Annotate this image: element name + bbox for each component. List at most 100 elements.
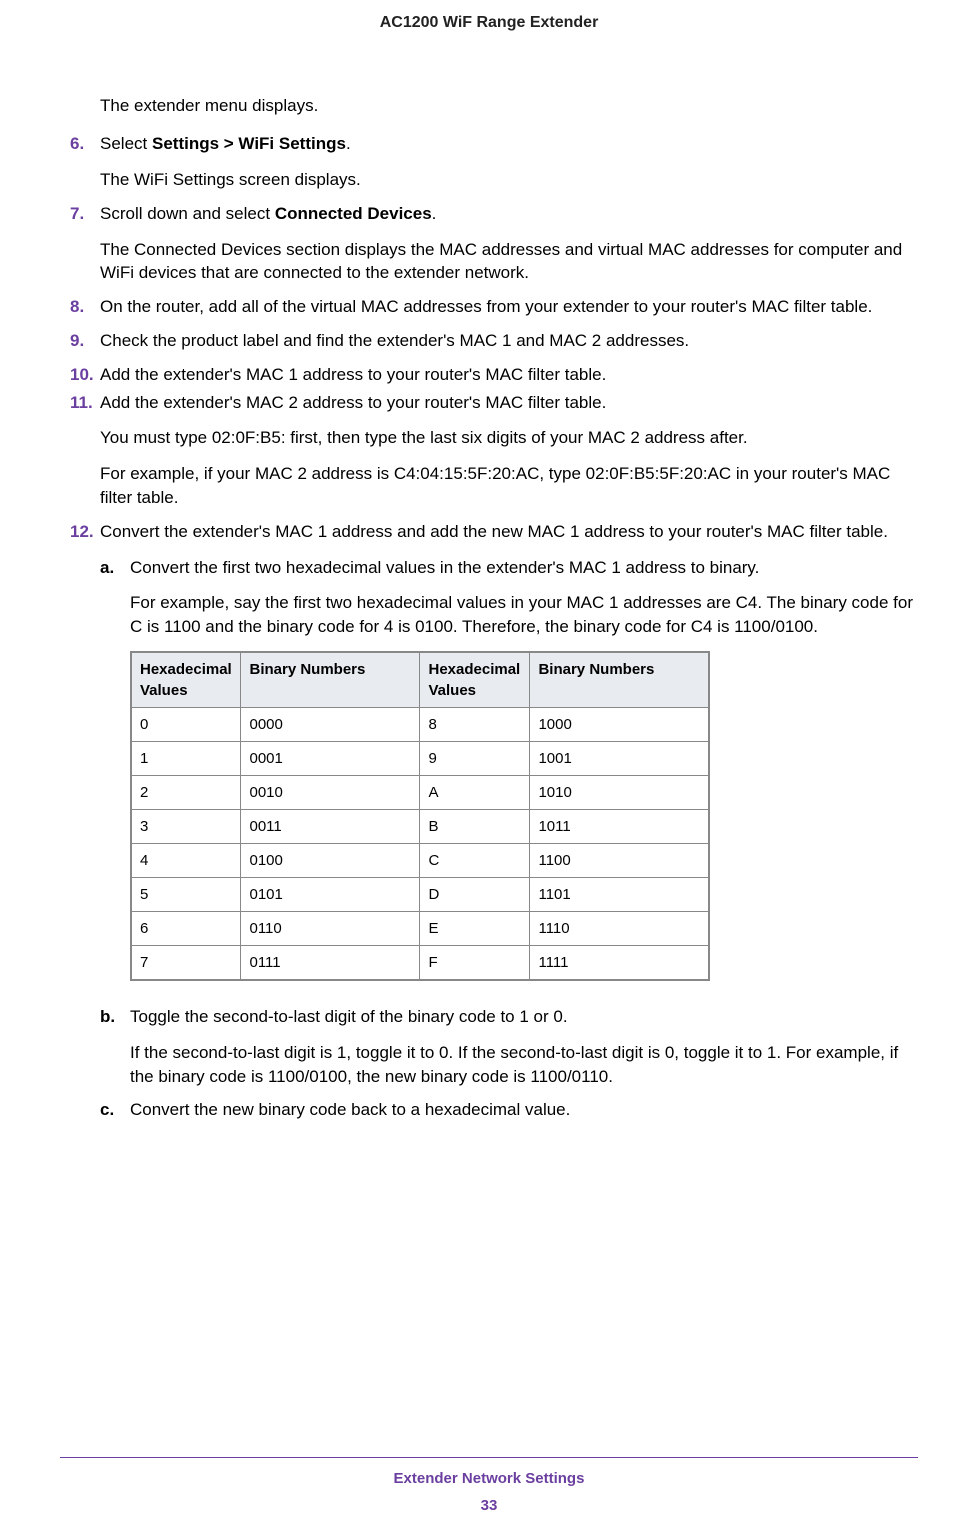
step-body: Scroll down and select Connected Devices… <box>100 202 918 285</box>
substep-text: Convert the first two hexadecimal values… <box>130 556 918 580</box>
table-header: Hexadecimal Values <box>420 652 530 708</box>
table-cell: 0 <box>131 707 241 741</box>
table-header: Binary Numbers <box>530 652 709 708</box>
table-cell: 0010 <box>241 775 420 809</box>
table-row: 70111F1111 <box>131 945 709 980</box>
step-number: 7. <box>70 202 100 285</box>
text-fragment: Scroll down and select <box>100 204 275 223</box>
step-text: Check the product label and find the ext… <box>100 329 918 353</box>
step-body: On the router, add all of the virtual MA… <box>100 295 918 319</box>
step-body: Check the product label and find the ext… <box>100 329 918 353</box>
text-fragment: . <box>346 134 351 153</box>
step-body: Add the extender's MAC 1 address to your… <box>100 363 918 387</box>
step-text: Select Settings > WiFi Settings. <box>100 132 918 156</box>
table-cell: 0111 <box>241 945 420 980</box>
step-7: 7. Scroll down and select Connected Devi… <box>70 202 918 285</box>
table-header: Binary Numbers <box>241 652 420 708</box>
substep-letter: b. <box>100 1005 130 1088</box>
table-row: 0000081000 <box>131 707 709 741</box>
step-text: On the router, add all of the virtual MA… <box>100 295 918 319</box>
step-number: 11. <box>70 391 100 510</box>
substep-letter: c. <box>100 1098 130 1122</box>
text-fragment: . <box>432 204 437 223</box>
footer-divider <box>60 1457 918 1458</box>
table-header-row: Hexadecimal Values Binary Numbers Hexade… <box>131 652 709 708</box>
table-cell: F <box>420 945 530 980</box>
table-cell: 0000 <box>241 707 420 741</box>
table-cell: 1100 <box>530 843 709 877</box>
table-header: Hexadecimal Values <box>131 652 241 708</box>
table-cell: E <box>420 911 530 945</box>
step-number: 12. <box>70 520 100 1132</box>
bold-text: Connected Devices <box>275 204 432 223</box>
hex-binary-table: Hexadecimal Values Binary Numbers Hexade… <box>130 651 710 981</box>
table-cell: C <box>420 843 530 877</box>
table-cell: 1 <box>131 741 241 775</box>
substep-a: a. Convert the first two hexadecimal val… <box>100 556 918 995</box>
substep-body: Convert the first two hexadecimal values… <box>130 556 918 995</box>
table-cell: 1111 <box>530 945 709 980</box>
step-followup: For example, if your MAC 2 address is C4… <box>100 462 918 510</box>
step-11: 11. Add the extender's MAC 2 address to … <box>70 391 918 510</box>
substep-body: Convert the new binary code back to a he… <box>130 1098 918 1122</box>
text-fragment: Select <box>100 134 152 153</box>
table-cell: 6 <box>131 911 241 945</box>
footer-section-title: Extender Network Settings <box>0 1468 978 1489</box>
step-followup: The Connected Devices section displays t… <box>100 238 918 286</box>
step-12: 12. Convert the extender's MAC 1 address… <box>70 520 918 1132</box>
table-cell: 1000 <box>530 707 709 741</box>
step-body: Add the extender's MAC 2 address to your… <box>100 391 918 510</box>
table-cell: 1010 <box>530 775 709 809</box>
table-cell: 0110 <box>241 911 420 945</box>
table-row: 1000191001 <box>131 741 709 775</box>
table-cell: 0011 <box>241 809 420 843</box>
table-cell: 8 <box>420 707 530 741</box>
step-9: 9. Check the product label and find the … <box>70 329 918 353</box>
step-6: 6. Select Settings > WiFi Settings. The … <box>70 132 918 192</box>
table-cell: 0001 <box>241 741 420 775</box>
table-cell: 3 <box>131 809 241 843</box>
step-text: Add the extender's MAC 2 address to your… <box>100 391 918 415</box>
substep-c: c. Convert the new binary code back to a… <box>100 1098 918 1122</box>
table-cell: 5 <box>131 877 241 911</box>
step-followup: The WiFi Settings screen displays. <box>100 168 918 192</box>
step-number: 8. <box>70 295 100 319</box>
table-cell: 1011 <box>530 809 709 843</box>
table-row: 40100C1100 <box>131 843 709 877</box>
table-cell: B <box>420 809 530 843</box>
table-cell: 7 <box>131 945 241 980</box>
step-number: 6. <box>70 132 100 192</box>
step-followup: You must type 02:0F:B5: first, then type… <box>100 426 918 450</box>
bold-text: Settings > WiFi Settings <box>152 134 346 153</box>
table-row: 20010A1010 <box>131 775 709 809</box>
step-number: 10. <box>70 363 100 387</box>
step-body: Convert the extender's MAC 1 address and… <box>100 520 918 1132</box>
intro-paragraph: The extender menu displays. <box>100 94 918 118</box>
substep-followup: If the second-to-last digit is 1, toggle… <box>130 1041 918 1089</box>
table-row: 50101D1101 <box>131 877 709 911</box>
table-cell: 0100 <box>241 843 420 877</box>
table-cell: D <box>420 877 530 911</box>
step-text: Convert the extender's MAC 1 address and… <box>100 520 918 544</box>
substep-text: Convert the new binary code back to a he… <box>130 1098 918 1122</box>
document-content: The extender menu displays. 6. Select Se… <box>60 94 918 1132</box>
table-row: 30011B1011 <box>131 809 709 843</box>
substep-body: Toggle the second-to-last digit of the b… <box>130 1005 918 1088</box>
step-number: 9. <box>70 329 100 353</box>
step-text: Add the extender's MAC 1 address to your… <box>100 363 918 387</box>
table-cell: 2 <box>131 775 241 809</box>
table-cell: 0101 <box>241 877 420 911</box>
step-8: 8. On the router, add all of the virtual… <box>70 295 918 319</box>
substep-b: b. Toggle the second-to-last digit of th… <box>100 1005 918 1088</box>
table-cell: 9 <box>420 741 530 775</box>
footer-page-number: 33 <box>0 1495 978 1516</box>
substep-text: Toggle the second-to-last digit of the b… <box>130 1005 918 1029</box>
table-row: 60110E1110 <box>131 911 709 945</box>
table-body: 0000081000100019100120010A101030011B1011… <box>131 707 709 980</box>
step-10: 10. Add the extender's MAC 1 address to … <box>70 363 918 387</box>
table-cell: 1001 <box>530 741 709 775</box>
table-cell: A <box>420 775 530 809</box>
page-header-title: AC1200 WiF Range Extender <box>60 0 918 94</box>
table-cell: 4 <box>131 843 241 877</box>
substep-letter: a. <box>100 556 130 995</box>
